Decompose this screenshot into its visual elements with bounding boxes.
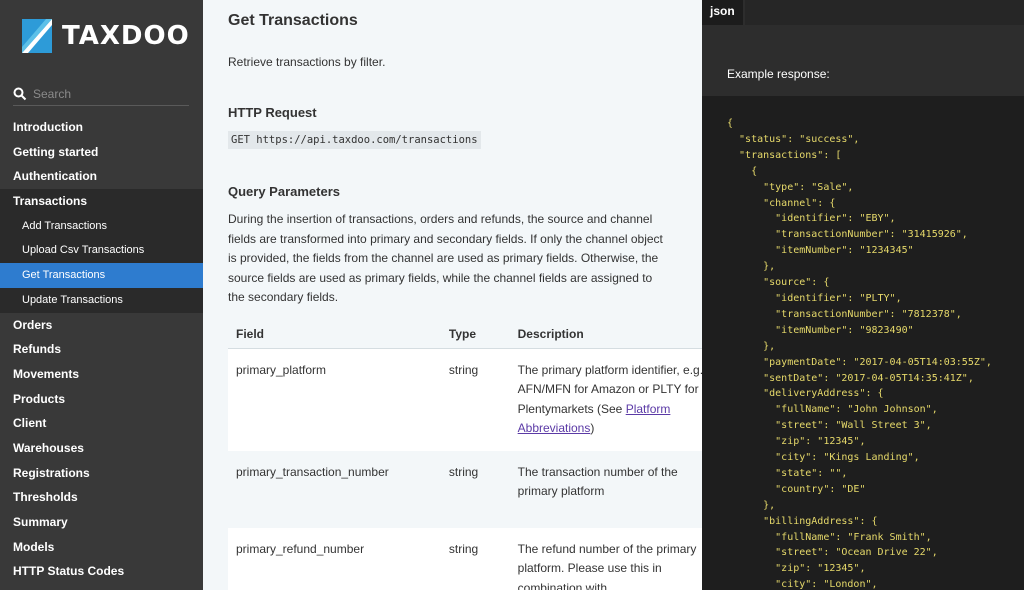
- description-cell: The transaction number of the primary pl…: [517, 464, 678, 499]
- query-parameters-heading: Query Parameters: [228, 184, 341, 199]
- sidebar-nav: Introduction Getting started Authenticat…: [0, 115, 203, 584]
- sidebar-subitem-get-transactions[interactable]: Get Transactions: [0, 263, 203, 288]
- main-content: Get Transactions Retrieve transactions b…: [203, 0, 702, 590]
- tab-json[interactable]: json: [702, 0, 743, 25]
- sidebar-item-warehouses[interactable]: Warehouses: [0, 436, 203, 461]
- page-title: Get Transactions: [228, 12, 358, 29]
- logo[interactable]: TAXDOO: [22, 18, 190, 54]
- table-row: primary_platform string The primary plat…: [228, 348, 702, 451]
- sidebar-item-movements[interactable]: Movements: [0, 362, 203, 387]
- sidebar-item-summary[interactable]: Summary: [0, 510, 203, 535]
- parameters-table: Field Type Description primary_platform …: [228, 320, 702, 590]
- sidebar-item-registrations[interactable]: Registrations: [0, 461, 203, 486]
- sidebar-subitem-update-transactions[interactable]: Update Transactions: [0, 288, 203, 313]
- description-text-end: ): [590, 421, 595, 435]
- sidebar-item-refunds[interactable]: Refunds: [0, 337, 203, 362]
- sidebar-item-authentication[interactable]: Authentication: [0, 164, 203, 189]
- type-cell: string: [440, 348, 510, 451]
- page-intro: Retrieve transactions by filter.: [228, 55, 386, 69]
- query-parameters-text: During the insertion of transactions, or…: [228, 212, 663, 304]
- sidebar-item-http-status-codes[interactable]: HTTP Status Codes: [0, 559, 203, 584]
- http-request-code: GET https://api.taxdoo.com/transactions: [228, 131, 481, 149]
- column-header-field: Field: [228, 320, 441, 349]
- search-icon: [13, 87, 27, 100]
- sidebar-item-getting-started[interactable]: Getting started: [0, 140, 203, 165]
- description-cell: The refund number of the primary platfor…: [509, 527, 702, 590]
- sidebar-item-models[interactable]: Models: [0, 535, 203, 560]
- table-row: primary_transaction_number string The tr…: [228, 451, 702, 528]
- sidebar-item-thresholds[interactable]: Thresholds: [0, 485, 203, 510]
- search-box[interactable]: [13, 82, 189, 106]
- type-cell: string: [448, 464, 479, 479]
- search-input[interactable]: [33, 86, 183, 101]
- http-request-heading: HTTP Request: [228, 105, 317, 120]
- sidebar-item-client[interactable]: Client: [0, 411, 203, 436]
- field-cell: primary_platform: [228, 348, 441, 451]
- sidebar-item-transactions[interactable]: Transactions: [0, 189, 203, 214]
- tab-bar-background: [745, 0, 1024, 25]
- column-header-description: Description: [509, 320, 702, 349]
- example-response-code: { "status": "success", "transactions": […: [702, 96, 1024, 590]
- sidebar-item-products[interactable]: Products: [0, 387, 203, 412]
- description-cell: The primary platform identifier, e.g. AF…: [509, 348, 702, 451]
- sidebar-item-introduction[interactable]: Introduction: [0, 115, 203, 140]
- table-row: primary_refund_number string The refund …: [228, 527, 702, 590]
- column-header-type: Type: [440, 320, 510, 349]
- field-cell: primary_transaction_number: [236, 464, 389, 479]
- sidebar-subitem-add-transactions[interactable]: Add Transactions: [0, 214, 203, 239]
- brand-name: TAXDOO: [62, 21, 190, 51]
- code-pane: json Example response: { "status": "succ…: [702, 0, 1024, 590]
- sidebar: TAXDOO Introduction Getting started Auth…: [0, 0, 203, 590]
- json-code: { "status": "success", "transactions": […: [727, 118, 992, 590]
- sidebar-item-orders[interactable]: Orders: [0, 313, 203, 338]
- taxdoo-logo-icon: [22, 19, 52, 53]
- table-header-row: Field Type Description: [228, 320, 702, 349]
- field-cell: primary_refund_number: [228, 527, 441, 590]
- sidebar-group-transactions: Transactions Add Transactions Upload Csv…: [0, 189, 203, 313]
- type-cell: string: [440, 527, 510, 590]
- example-response-label: Example response:: [727, 67, 830, 81]
- description-text: The primary platform identifier, e.g. AF…: [517, 362, 702, 416]
- sidebar-subitem-upload-csv-transactions[interactable]: Upload Csv Transactions: [0, 238, 203, 263]
